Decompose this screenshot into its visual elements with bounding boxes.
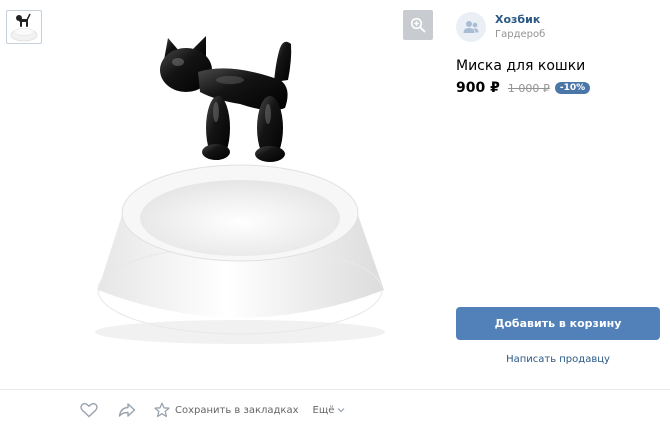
product-thumbnail[interactable] bbox=[6, 10, 42, 44]
write-seller-link[interactable]: Написать продавцу bbox=[456, 354, 660, 365]
heart-icon bbox=[80, 402, 98, 418]
discount-badge: -10% bbox=[554, 82, 591, 94]
old-price: 1 000 ₽ bbox=[507, 81, 550, 95]
more-button[interactable]: Ещё bbox=[313, 405, 346, 416]
bookmark-label: Сохранить в закладках bbox=[175, 404, 299, 416]
price-row: 900 ₽ 1 000 ₽ -10% bbox=[456, 80, 591, 96]
avatar[interactable] bbox=[456, 12, 486, 42]
more-label: Ещё bbox=[312, 404, 335, 416]
share-arrow-icon bbox=[118, 403, 136, 417]
zoom-button[interactable] bbox=[403, 10, 433, 40]
group-icon bbox=[463, 21, 479, 33]
chevron-down-icon bbox=[337, 408, 345, 413]
seller-name[interactable]: Хозбик bbox=[495, 13, 540, 26]
star-icon bbox=[154, 402, 170, 418]
share-button[interactable] bbox=[118, 402, 136, 418]
like-button[interactable] bbox=[80, 402, 98, 418]
zoom-in-icon bbox=[410, 17, 426, 33]
actions-bar: Сохранить в закладках Ещё bbox=[80, 400, 345, 420]
divider bbox=[0, 389, 670, 390]
add-to-cart-button[interactable]: Добавить в корзину bbox=[456, 307, 660, 340]
bookmark-button[interactable]: Сохранить в закладках bbox=[154, 402, 299, 418]
seller-category: Гардероб bbox=[495, 29, 546, 40]
product-title: Миска для кошки bbox=[456, 58, 586, 74]
price: 900 ₽ bbox=[456, 80, 500, 96]
product-image[interactable] bbox=[80, 10, 400, 370]
